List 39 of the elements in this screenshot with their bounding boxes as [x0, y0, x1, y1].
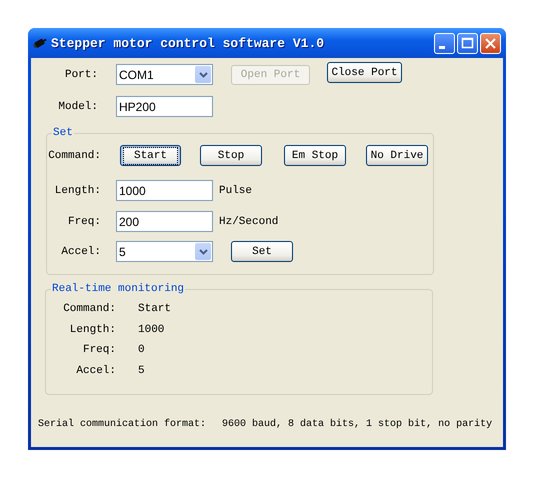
field-label: Model:: [57, 100, 98, 112]
field-label: Accel:: [60, 246, 101, 258]
command-button[interactable]: No Drive: [366, 145, 428, 166]
status-value: 9600 baud, 8 data bits, 1 stop bit, no parity: [222, 419, 492, 430]
window-title: Stepper motor control software V1.0: [51, 36, 326, 50]
input-field[interactable]: 1000: [116, 180, 213, 201]
monitor-value: 0: [138, 343, 146, 358]
monitor-value: Start: [138, 302, 172, 317]
input-field[interactable]: 200: [116, 211, 213, 232]
minimize-button[interactable]: [434, 32, 455, 54]
field-label: Command:: [47, 150, 101, 162]
field-label: Accel:: [75, 364, 116, 379]
field-label: Port:: [64, 68, 98, 80]
command-button[interactable]: Stop: [200, 145, 262, 166]
unit-label: Hz/Second: [219, 216, 278, 228]
status-label: Serial communication format:: [38, 419, 206, 430]
unit-label: Pulse: [219, 184, 252, 196]
field-label: Freq:: [66, 216, 101, 228]
combo-box[interactable]: 5: [116, 241, 213, 262]
combo-box[interactable]: COM1: [116, 64, 213, 85]
field-label: Length:: [68, 322, 116, 338]
dropdown-icon: [198, 248, 208, 254]
maximize-button[interactable]: [457, 32, 478, 54]
field-label: Length:: [54, 184, 101, 196]
input-field[interactable]: HP200: [116, 96, 213, 117]
group-title: Real-time monitoring: [51, 283, 186, 295]
field-label: Command:: [62, 302, 116, 317]
group-title: Set: [52, 127, 74, 139]
command-button[interactable]: Start: [120, 145, 181, 166]
minimize-icon: [439, 46, 445, 48]
set-button[interactable]: Set: [231, 241, 293, 262]
monitor-value: 1000: [138, 322, 166, 338]
dropdown-icon: [198, 72, 208, 78]
close-button[interactable]: [480, 32, 501, 54]
field-label: Freq:: [82, 343, 116, 358]
motor-icon: [33, 37, 47, 49]
close-port-button[interactable]: Close Port: [327, 62, 402, 83]
monitor-value: 5: [138, 364, 146, 379]
command-button[interactable]: Em Stop: [284, 145, 346, 166]
